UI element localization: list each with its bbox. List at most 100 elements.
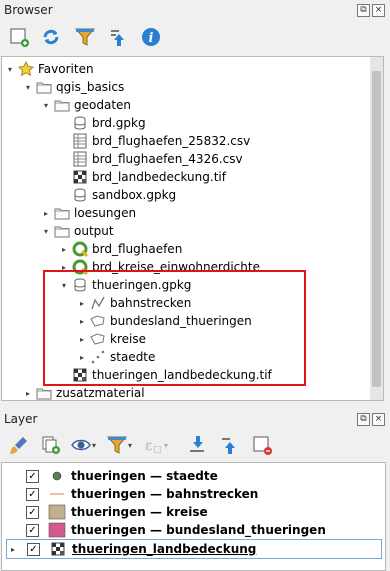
tree-item[interactable]: ▸ zusatzmaterial xyxy=(22,384,145,402)
float-layer-panel-button[interactable]: ⧉ xyxy=(357,413,370,426)
tree-item[interactable]: ▸ loesungen xyxy=(40,204,136,222)
tree-item-label: qgis_basics xyxy=(56,80,125,94)
close-layer-panel-button[interactable]: × xyxy=(372,413,385,426)
tree-item-label: Favoriten xyxy=(38,62,94,76)
folder-icon xyxy=(54,97,70,113)
layer-panel-title: Layer xyxy=(4,412,38,426)
layer-item[interactable]: ✓ thueringen — bahnstrecken xyxy=(6,485,258,503)
folder-icon xyxy=(36,385,52,401)
folder-icon xyxy=(36,79,52,95)
tree-item-label: brd.gpkg xyxy=(92,116,146,130)
manage-visibility-button[interactable]: ▾ xyxy=(70,432,96,458)
collapse-all-layers-button[interactable] xyxy=(216,432,242,458)
tree-item[interactable]: ▾ output xyxy=(40,222,114,240)
svg-text:i: i xyxy=(149,31,154,46)
expand-all-icon xyxy=(190,436,204,452)
tree-item-label: loesungen xyxy=(74,206,137,220)
tree-item-label: brd_flughaefen_25832.csv xyxy=(92,134,251,148)
filter-icon xyxy=(74,28,96,46)
layer-visibility-checkbox[interactable]: ✓ xyxy=(26,523,39,537)
close-panel-button[interactable]: × xyxy=(372,4,385,17)
star-icon xyxy=(18,61,34,77)
tree-item[interactable]: ▾ geodaten xyxy=(40,96,131,114)
expanded-arrow-icon[interactable]: ▾ xyxy=(22,83,34,92)
tree-item[interactable]: ▾ qgis_basics xyxy=(22,78,124,96)
chevron-down-icon: ▾ xyxy=(91,440,96,450)
tree-item-label: zusatzmaterial xyxy=(56,386,145,400)
collapsed-arrow-icon[interactable]: ▸ xyxy=(22,389,34,398)
tree-item[interactable]: brd_landbedeckung.tif xyxy=(58,168,226,186)
style-manager-button[interactable] xyxy=(6,432,32,458)
layer-label: thueringen — bundesland_thueringen xyxy=(71,523,326,537)
add-layer-icon xyxy=(10,28,29,47)
fill-symbol-icon xyxy=(47,522,67,538)
geopackage-icon xyxy=(72,115,88,131)
properties-button[interactable]: i xyxy=(138,24,164,50)
vertical-scrollbar[interactable] xyxy=(370,57,383,400)
layer-visibility-checkbox[interactable]: ✓ xyxy=(27,542,40,556)
layer-label: thueringen — bahnstrecken xyxy=(71,487,259,501)
remove-layer-icon xyxy=(253,436,272,455)
expression-icon: ε □ xyxy=(145,438,162,455)
svg-text:□: □ xyxy=(153,445,162,455)
filter-legend-button[interactable]: ▾ xyxy=(106,432,132,458)
scrollbar-thumb[interactable] xyxy=(372,71,381,387)
expanded-arrow-icon[interactable]: ▾ xyxy=(40,227,52,236)
expand-all-button[interactable] xyxy=(184,432,210,458)
collapsed-arrow-icon[interactable]: ▸ xyxy=(40,209,52,218)
collapse-all-icon xyxy=(222,438,235,454)
collapse-all-button[interactable] xyxy=(105,24,131,50)
chevron-down-icon: ▾ xyxy=(163,440,168,450)
collapsed-arrow-icon[interactable]: ▸ xyxy=(58,245,70,254)
add-selected-layers-button[interactable] xyxy=(6,24,32,50)
expanded-arrow-icon[interactable]: ▾ xyxy=(4,65,16,74)
add-group-button[interactable] xyxy=(38,432,64,458)
expanded-arrow-icon[interactable]: ▾ xyxy=(40,101,52,110)
layer-visibility-checkbox[interactable]: ✓ xyxy=(26,487,39,501)
layer-label: thueringen — kreise xyxy=(71,505,208,519)
geopackage-icon xyxy=(72,187,88,203)
tree-item-label: geodaten xyxy=(74,98,132,112)
filter-browser-button[interactable] xyxy=(72,24,98,50)
layer-list: ✓ thueringen — staedte ✓ thueringen — bahns… xyxy=(1,462,386,571)
paint-brush-icon xyxy=(10,437,27,454)
refresh-icon xyxy=(43,29,59,45)
raster-icon xyxy=(72,169,88,185)
layer-visibility-checkbox[interactable]: ✓ xyxy=(26,469,39,483)
layer-item[interactable]: ✓ thueringen — bundesland_thueringen xyxy=(6,521,326,539)
tree-item[interactable]: brd.gpkg xyxy=(58,114,146,132)
layer-label: thueringen_landbedeckung xyxy=(72,542,257,556)
tree-item[interactable]: brd_flughaefen_25832.csv xyxy=(58,132,250,150)
csv-table-icon xyxy=(72,133,88,149)
collapsed-arrow-icon[interactable]: ▸ xyxy=(7,545,19,554)
remove-layer-button[interactable] xyxy=(249,432,275,458)
chevron-down-icon: ▾ xyxy=(127,440,132,450)
filter-expression-button[interactable]: ε □ ▾ xyxy=(142,432,168,458)
tree-item-label: brd_landbedeckung.tif xyxy=(92,170,226,184)
tree-item[interactable]: ▾ Favoriten xyxy=(4,60,94,78)
layer-item[interactable]: ✓ thueringen — kreise xyxy=(6,503,208,521)
csv-table-icon xyxy=(72,151,88,167)
filter-icon xyxy=(106,436,128,454)
browser-panel-title: Browser xyxy=(4,3,53,17)
tree-item-label: output xyxy=(74,224,114,238)
tree-item[interactable]: sandbox.gpkg xyxy=(58,186,176,204)
float-panel-button[interactable]: ⧉ xyxy=(357,4,370,17)
highlight-box xyxy=(43,270,306,386)
tree-item-label: brd_flughaefen_4326.csv xyxy=(92,152,243,166)
layer-item[interactable]: ✓ thueringen — staedte xyxy=(6,467,218,485)
refresh-button[interactable] xyxy=(38,24,64,50)
fill-symbol-icon xyxy=(47,504,67,520)
qgis-project-icon xyxy=(72,241,88,257)
tree-item-label: brd_flughaefen xyxy=(92,242,183,256)
layer-label: thueringen — staedte xyxy=(71,469,218,483)
layer-visibility-checkbox[interactable]: ✓ xyxy=(26,505,39,519)
line-symbol-icon xyxy=(47,486,67,502)
folder-icon xyxy=(54,223,70,239)
eye-icon xyxy=(71,439,91,451)
layer-item[interactable]: ▸ ✓ thueringen_landbedeckung xyxy=(6,539,382,559)
tree-item[interactable]: brd_flughaefen_4326.csv xyxy=(58,150,243,168)
tree-item-label: sandbox.gpkg xyxy=(92,188,177,202)
tree-item[interactable]: ▸ brd_flughaefen xyxy=(58,240,182,258)
raster-symbol-icon xyxy=(48,541,68,557)
